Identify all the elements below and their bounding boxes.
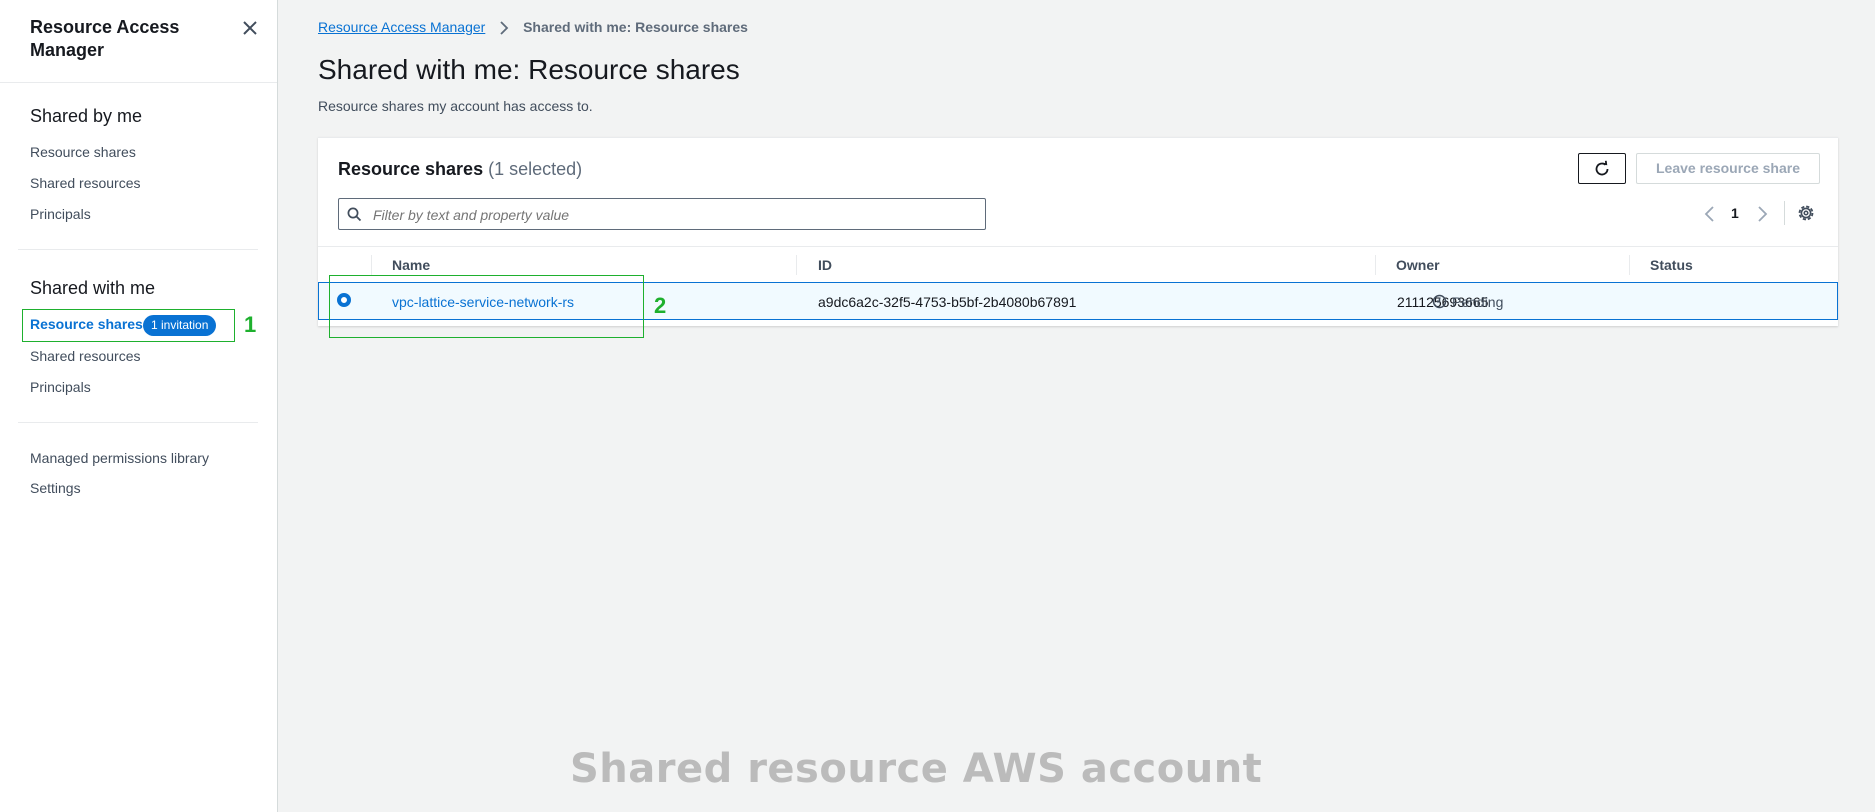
sidebar-item-managed-permissions-library[interactable]: Managed permissions library xyxy=(30,450,209,466)
clock-icon xyxy=(1432,294,1447,309)
sidebar-item-settings[interactable]: Settings xyxy=(30,480,81,496)
annotation-box-2 xyxy=(329,275,644,338)
settings-icon[interactable] xyxy=(1796,203,1816,223)
pager-divider xyxy=(1784,201,1785,225)
sidebar: Resource Access Manager Shared by me Res… xyxy=(0,0,278,812)
refresh-icon xyxy=(1595,160,1609,176)
panel-title-text: Resource shares xyxy=(338,159,484,179)
column-divider xyxy=(1375,255,1376,275)
chevron-left-icon[interactable] xyxy=(1701,204,1719,224)
annotation-number-2: 2 xyxy=(654,293,667,318)
resource-share-id: a9dc6a2c-32f5-4753-b5bf-2b4080b67891 xyxy=(818,294,1077,310)
column-divider xyxy=(796,255,797,275)
sidebar-item-shared-by-me-shared-resources[interactable]: Shared resources xyxy=(30,175,141,191)
sidebar-section-shared-with-me: Shared with me xyxy=(30,278,156,298)
breadcrumb-current: Shared with me: Resource shares xyxy=(523,19,748,35)
chevron-right-icon xyxy=(500,21,509,35)
annotation-box-1 xyxy=(22,309,235,342)
page-description: Resource shares my account has access to… xyxy=(318,98,593,114)
page-number-button[interactable]: 1 xyxy=(1731,205,1739,221)
panel-title: Resource shares (1 selected) xyxy=(338,159,582,180)
sidebar-item-shared-with-me-principals[interactable]: Principals xyxy=(30,379,91,395)
column-header-owner[interactable]: Owner xyxy=(1396,257,1440,273)
column-divider xyxy=(1629,255,1630,275)
refresh-button[interactable] xyxy=(1578,153,1626,184)
leave-resource-share-button[interactable]: Leave resource share xyxy=(1636,153,1820,184)
filter-field[interactable] xyxy=(338,198,986,230)
sidebar-divider xyxy=(18,249,258,250)
sidebar-header: Resource Access Manager xyxy=(0,0,277,83)
breadcrumb-root-link[interactable]: Resource Access Manager xyxy=(318,19,485,35)
sidebar-item-shared-with-me-shared-resources[interactable]: Shared resources xyxy=(30,348,141,364)
sidebar-title: Resource Access Manager xyxy=(30,17,180,60)
selected-count: (1 selected) xyxy=(488,159,583,179)
page-title: Shared with me: Resource shares xyxy=(318,54,740,85)
status-text: Pending xyxy=(1452,294,1504,310)
close-icon[interactable] xyxy=(240,18,260,38)
sidebar-item-shared-by-me-resource-shares[interactable]: Resource shares xyxy=(30,144,136,160)
filter-input[interactable] xyxy=(371,203,975,227)
sidebar-item-shared-by-me-principals[interactable]: Principals xyxy=(30,206,91,222)
column-header-id[interactable]: ID xyxy=(818,257,832,273)
column-header-name[interactable]: Name xyxy=(392,257,430,273)
sidebar-divider xyxy=(18,422,258,423)
chevron-right-icon[interactable] xyxy=(1753,204,1771,224)
column-header-status[interactable]: Status xyxy=(1650,257,1693,273)
sidebar-section-shared-by-me: Shared by me xyxy=(30,106,143,126)
breadcrumb: Resource Access Manager Shared with me: … xyxy=(318,19,748,35)
annotation-number-1: 1 xyxy=(244,312,257,337)
watermark-caption: Shared resource AWS account xyxy=(570,746,1263,792)
column-divider xyxy=(371,255,372,275)
search-icon xyxy=(347,207,362,222)
